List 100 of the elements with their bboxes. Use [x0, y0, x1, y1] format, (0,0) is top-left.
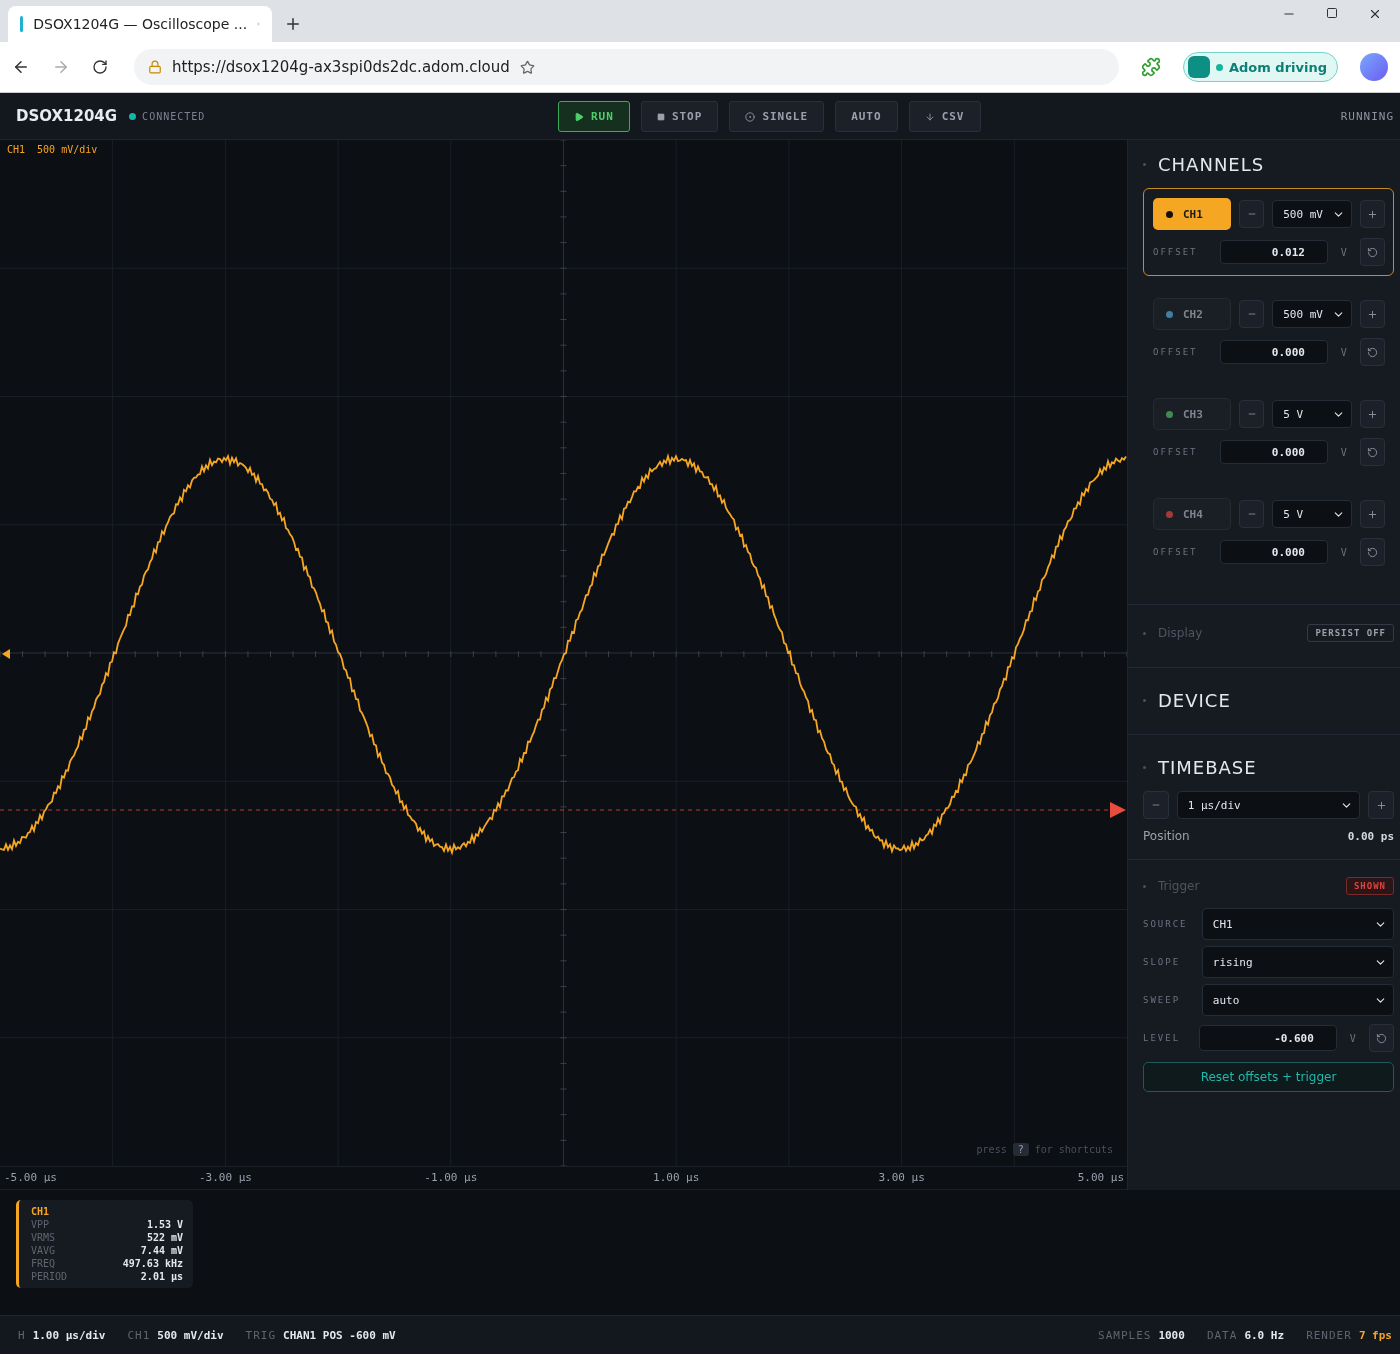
- offset-field[interactable]: 0.012: [1219, 240, 1328, 264]
- scale-select[interactable]: 5 V: [1272, 500, 1352, 528]
- maximize-icon[interactable]: [1326, 7, 1338, 19]
- profile-chip[interactable]: Adom driving: [1182, 52, 1338, 82]
- new-tab-icon[interactable]: [284, 15, 302, 33]
- scale-label: 500 mV/div: [37, 144, 98, 155]
- avatar[interactable]: [1360, 53, 1388, 81]
- status-label: DATA: [1206, 1328, 1238, 1342]
- status-dot: [1215, 63, 1223, 71]
- csv-button[interactable]: CSV: [908, 101, 981, 132]
- status-label: TRIG: [245, 1328, 277, 1342]
- plus-icon: [1375, 799, 1387, 811]
- measurement-title: CH1: [31, 1206, 51, 1217]
- trigger-select[interactable]: rising: [1201, 946, 1394, 978]
- offset-label: OFFSET: [1153, 447, 1199, 457]
- channel-toggle[interactable]: CH1: [1153, 198, 1232, 230]
- single-shot-icon: [745, 111, 756, 122]
- measurement-value: 7.44 mV: [140, 1245, 183, 1256]
- logo-icon: [1187, 56, 1210, 78]
- status-label: H: [18, 1328, 26, 1342]
- status-label: RENDER: [1306, 1328, 1352, 1342]
- measurement-value: 497.63 kHz: [122, 1258, 183, 1269]
- trigger-marker-icon[interactable]: [1110, 802, 1126, 818]
- connection-status: CONNECTED: [142, 110, 206, 122]
- download-icon: [924, 111, 935, 122]
- section-title: TIMEBASE: [1158, 756, 1257, 778]
- measurement-label: FREQ: [31, 1258, 56, 1269]
- axis-label: -1.00 µs: [424, 1171, 478, 1184]
- status-label: CH1: [127, 1328, 151, 1342]
- reset-icon: [1375, 1032, 1387, 1044]
- key-hint: ?: [1012, 1143, 1029, 1156]
- channel-toggle[interactable]: CH4: [1153, 498, 1232, 530]
- offset-field[interactable]: 0.000: [1219, 540, 1328, 564]
- plus-icon: [1366, 508, 1378, 520]
- scale-select[interactable]: 500 mV: [1272, 200, 1352, 228]
- level-field[interactable]: -0.600: [1198, 1025, 1337, 1051]
- trigger-select[interactable]: CH1: [1201, 908, 1394, 940]
- reset-button[interactable]: [1359, 338, 1385, 366]
- scale-select[interactable]: 5 V: [1272, 400, 1352, 428]
- play-icon: [574, 111, 584, 122]
- offset-label: OFFSET: [1153, 347, 1199, 357]
- status-label: SAMPLES: [1098, 1328, 1152, 1342]
- axis-label: 5.00 µs: [1077, 1171, 1124, 1184]
- axis-label: -5.00 µs: [4, 1171, 57, 1184]
- channel-toggle[interactable]: CH3: [1153, 398, 1232, 430]
- stop-button[interactable]: STOP: [640, 101, 719, 132]
- status-value: 6.0 Hz: [1244, 1328, 1285, 1342]
- channel-dot: [1166, 210, 1173, 218]
- channel-label: CH1: [7, 144, 26, 155]
- single-button[interactable]: SINGLE: [729, 101, 825, 132]
- star-icon[interactable]: [519, 59, 535, 75]
- scale-select[interactable]: 500 mV: [1272, 300, 1352, 328]
- trigger-badge[interactable]: SHOWN: [1345, 877, 1394, 895]
- section-title: Trigger: [1158, 879, 1200, 893]
- section-title: Display: [1158, 626, 1203, 640]
- timebase-select[interactable]: 1 µs/div: [1176, 791, 1361, 819]
- unit-label: V: [1339, 346, 1348, 358]
- reset-icon: [1366, 546, 1378, 558]
- close-icon[interactable]: [1368, 7, 1382, 21]
- status-value: 1.00 µs/div: [32, 1328, 106, 1342]
- forward-icon[interactable]: [52, 58, 70, 76]
- measurement-value: 2.01 µs: [140, 1271, 183, 1282]
- reload-icon[interactable]: [92, 59, 108, 75]
- section-title: DEVICE: [1158, 689, 1231, 711]
- hint-text: for shortcuts: [1034, 1144, 1113, 1155]
- run-button[interactable]: RUN: [558, 101, 630, 132]
- status-value: 500 mV/div: [157, 1328, 224, 1342]
- browser-tab[interactable]: DSOX1204G — Oscilloscope ...: [8, 6, 272, 42]
- section-title: CHANNELS: [1158, 153, 1265, 175]
- reset-offsets-button[interactable]: Reset offsets + trigger: [1143, 1062, 1394, 1092]
- field-label: SOURCE: [1143, 919, 1189, 929]
- measurement-label: PERIOD: [31, 1271, 68, 1282]
- address-bar[interactable]: https://dsox1204g-ax3spi0ds2dc.adom.cloud: [134, 49, 1119, 85]
- status-value: 7 fps: [1358, 1328, 1392, 1342]
- unit-label: V: [1339, 246, 1348, 258]
- trigger-select[interactable]: auto: [1201, 984, 1394, 1016]
- field-label: SLOPE: [1143, 957, 1182, 967]
- reset-button[interactable]: [1368, 1024, 1394, 1052]
- offset-field[interactable]: 0.000: [1219, 340, 1328, 364]
- axis-label: -3.00 µs: [198, 1171, 252, 1184]
- plus-icon: [1366, 208, 1378, 220]
- extensions-icon[interactable]: [1140, 57, 1161, 77]
- measurement-label: VPP: [31, 1219, 50, 1230]
- reset-icon: [1366, 246, 1378, 258]
- field-label: SWEEP: [1143, 995, 1182, 1005]
- back-icon[interactable]: [12, 58, 30, 76]
- axis-label: 3.00 µs: [878, 1171, 925, 1184]
- measurement-label: VRMS: [31, 1232, 56, 1243]
- reset-button[interactable]: [1359, 238, 1385, 266]
- offset-field[interactable]: 0.000: [1219, 440, 1328, 464]
- offset-label: OFFSET: [1153, 547, 1199, 557]
- reset-button[interactable]: [1359, 438, 1385, 466]
- channel-toggle[interactable]: CH2: [1153, 298, 1232, 330]
- status-value: 1000: [1158, 1328, 1185, 1342]
- run-state: RUNNING: [1340, 109, 1394, 123]
- persist-toggle[interactable]: PERSIST OFF: [1307, 624, 1394, 642]
- ground-marker-icon[interactable]: [2, 649, 10, 659]
- auto-button[interactable]: AUTO: [835, 101, 898, 132]
- lock-icon: [148, 60, 162, 74]
- reset-button[interactable]: [1359, 538, 1385, 566]
